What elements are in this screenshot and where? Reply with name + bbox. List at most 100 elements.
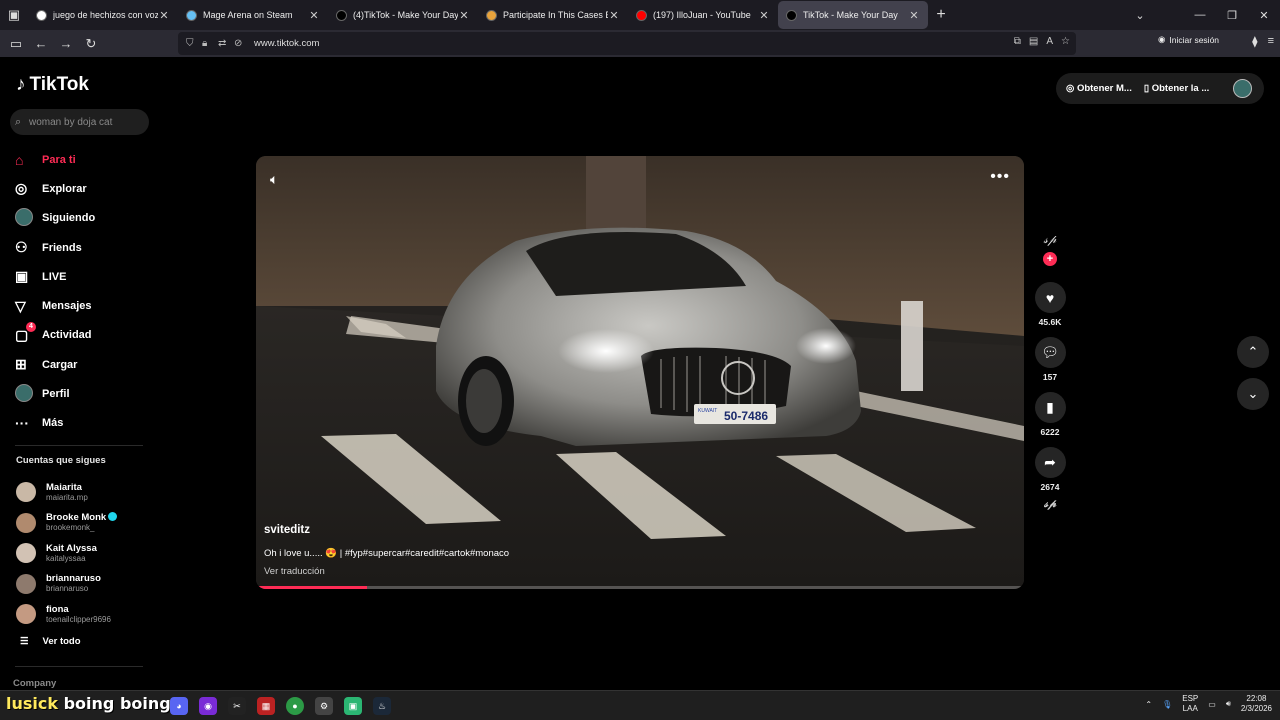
tab-title: Participate In This Cases Battle! xyxy=(503,10,608,20)
back-button[interactable]: ← xyxy=(29,32,53,56)
sidebar-item-live[interactable]: ▣ LIVE xyxy=(15,262,155,291)
followed-account[interactable]: briannaruso briannaruso xyxy=(16,569,156,600)
minimize-button[interactable]: — xyxy=(1184,9,1216,21)
search-input[interactable] xyxy=(29,116,144,128)
browser-tab[interactable]: (197) IlloJuan - YouTube ✕ xyxy=(628,1,778,29)
close-tab-icon[interactable]: ✕ xyxy=(758,9,770,22)
language-indicator[interactable]: ESP LAA xyxy=(1182,694,1198,714)
extensions-icon[interactable]: ⧫ xyxy=(1252,35,1257,48)
sidebar-item-upload[interactable]: ⊞ Cargar xyxy=(15,350,155,379)
maximize-button[interactable]: ❐ xyxy=(1216,9,1248,22)
sidebar-toggle-icon[interactable]: ▭ xyxy=(4,32,28,56)
chrome-icon[interactable]: ● xyxy=(286,697,304,715)
video-author[interactable]: sviteditz xyxy=(264,524,310,536)
desktop-sticker: lusick boing boing xyxy=(6,694,171,713)
tab-title: (197) IlloJuan - YouTube xyxy=(653,10,751,20)
followed-account[interactable]: Brooke Monk brookemonk_ xyxy=(16,508,156,539)
close-tab-icon[interactable]: ✕ xyxy=(308,9,320,22)
sidebar-item-more[interactable]: ··· Más xyxy=(15,409,155,438)
close-tab-icon[interactable]: ✕ xyxy=(608,9,620,22)
search-box: ⌕ xyxy=(10,109,149,135)
menu-icon[interactable]: ≡ xyxy=(1268,35,1274,48)
voicemeeter-icon[interactable]: ▦ xyxy=(257,697,275,715)
reload-button[interactable]: ↻ xyxy=(79,32,103,56)
save-action[interactable]: ▮ 6222 xyxy=(1034,392,1066,439)
share-icon[interactable]: ➦ xyxy=(1034,447,1066,478)
like-action[interactable]: ♥ 45.6K xyxy=(1034,282,1066,329)
close-window-button[interactable]: ✕ xyxy=(1248,9,1280,22)
music-disc-icon[interactable]: 𝓈𝓅 xyxy=(1034,498,1066,511)
permissions-icon[interactable]: ⇄ xyxy=(218,38,234,49)
microphone-icon[interactable]: 🎙︎ xyxy=(1162,700,1172,709)
reader-icon[interactable]: ▤ xyxy=(1029,36,1038,47)
sidebar-item-home[interactable]: ⌂ Para ti xyxy=(15,145,155,174)
comment-count: 157 xyxy=(1042,372,1058,382)
followed-account[interactable]: Maiarita maiarita.mp xyxy=(16,477,156,508)
lock-icon[interactable]: 🔒︎ xyxy=(202,38,218,49)
bookmark-star-icon[interactable]: ☆ xyxy=(1061,36,1070,47)
steam-icon[interactable]: ♨ xyxy=(373,697,391,715)
close-tab-icon[interactable]: ✕ xyxy=(908,9,920,22)
browser-tab[interactable]: Mage Arena on Steam ✕ xyxy=(178,1,328,29)
get-coins-button[interactable]: ◎ Obtener M... xyxy=(1066,83,1132,94)
video-progress-bar[interactable] xyxy=(256,586,1024,589)
shield-icon[interactable]: ⛉ xyxy=(186,38,202,49)
translate-icon[interactable]: A xyxy=(1046,36,1053,47)
capcut-icon[interactable]: ✂ xyxy=(228,697,246,715)
browser-tab[interactable]: juego de hechizos con voz - Bu✕ xyxy=(28,1,178,29)
login-label: Iniciar sesión xyxy=(1169,34,1220,45)
close-tab-icon[interactable]: ✕ xyxy=(158,9,170,22)
next-video-button[interactable]: ⌄ xyxy=(1237,378,1269,410)
video-player[interactable]: KUWAIT 50-7486 🔈︎ ••• sviteditz Oh i lov… xyxy=(256,156,1024,589)
tab-favicon-icon xyxy=(786,9,797,21)
profile-avatar[interactable] xyxy=(1233,79,1252,98)
see-all-link[interactable]: ☰ Ver todo xyxy=(20,636,81,647)
browser-tab[interactable]: TikTok - Make Your Day ✕ xyxy=(778,1,928,29)
settings-icon[interactable]: ⚙ xyxy=(315,697,333,715)
volume-icon[interactable]: 🔈︎ xyxy=(270,171,278,188)
network-icon[interactable]: ▭ xyxy=(1208,700,1216,709)
firefox-icon[interactable]: ◉ xyxy=(199,697,217,715)
sidebar-item-compass[interactable]: ◎ Explorar xyxy=(15,174,155,203)
search-icon[interactable]: ⌕ xyxy=(15,116,29,129)
tab-list-icon[interactable]: ▣ xyxy=(0,0,28,30)
followed-account[interactable]: fiona toenailclipper9696 xyxy=(16,599,156,630)
previous-video-button[interactable]: ⌃ xyxy=(1237,336,1269,368)
comment-icon[interactable]: 💬︎ xyxy=(1034,337,1066,368)
forward-button[interactable]: → xyxy=(54,32,78,56)
browser-tab[interactable]: Participate In This Cases Battle!✕ xyxy=(478,1,628,29)
followed-account[interactable]: Kait Alyssa kaitalyssaa xyxy=(16,538,156,569)
profile-icon xyxy=(15,383,42,405)
sidebar-item-profile[interactable]: Perfil xyxy=(15,379,155,408)
heart-icon[interactable]: ♥ xyxy=(1034,282,1066,313)
new-tab-button[interactable]: + xyxy=(928,6,954,24)
creator-avatar[interactable]: 𝓈𝓅 + xyxy=(1034,232,1066,266)
sidebar-item-activity[interactable]: ▢ 4 Actividad xyxy=(15,321,155,350)
tray-overflow-icon[interactable]: ⌃ xyxy=(1145,700,1152,709)
comment-action[interactable]: 💬︎ 157 xyxy=(1034,337,1066,384)
clock[interactable]: 22:08 2/3/2026 xyxy=(1241,694,1272,714)
browser-tab[interactable]: (4)TikTok - Make Your Day ✕ xyxy=(328,1,478,29)
sidebar-item-avatar[interactable]: Siguiendo xyxy=(15,204,155,233)
bookmark-icon[interactable]: ▮ xyxy=(1034,392,1066,423)
share-action[interactable]: ➦ 2674 xyxy=(1034,447,1066,494)
volume-tray-icon[interactable]: 🔊︎ xyxy=(1226,699,1231,709)
follow-plus-icon[interactable]: + xyxy=(1043,252,1057,266)
app-icon[interactable]: ▣ xyxy=(344,697,362,715)
sidebar-item-friends[interactable]: ⚇ Friends xyxy=(15,233,155,262)
url-bar[interactable]: ⛉ 🔒︎ ⇄ ⊘ www.tiktok.com ⧉ ▤ A ☆ xyxy=(178,32,1076,55)
tab-favicon-icon xyxy=(186,9,197,21)
close-tab-icon[interactable]: ✕ xyxy=(458,9,470,22)
login-button[interactable]: ◉ Iniciar sesión xyxy=(1158,34,1219,45)
window-controls: ⌄ — ❐ ✕ xyxy=(1124,0,1280,30)
see-translation-link[interactable]: Ver traducción xyxy=(264,566,325,577)
discord-icon[interactable]: ◕ xyxy=(170,697,188,715)
sidebar-item-label: Mensajes xyxy=(42,300,92,313)
tab-overflow-icon[interactable]: ⌄ xyxy=(1124,9,1156,22)
blocked-icon[interactable]: ⊘ xyxy=(234,38,250,49)
picture-in-picture-icon[interactable]: ⧉ xyxy=(1014,36,1021,47)
get-app-button[interactable]: ▯ Obtener la ... xyxy=(1144,83,1209,94)
tiktok-logo[interactable]: ♪ TikTok xyxy=(16,74,89,96)
sidebar-item-send[interactable]: ▽ Mensajes xyxy=(15,291,155,320)
more-options-icon[interactable]: ••• xyxy=(990,168,1010,186)
